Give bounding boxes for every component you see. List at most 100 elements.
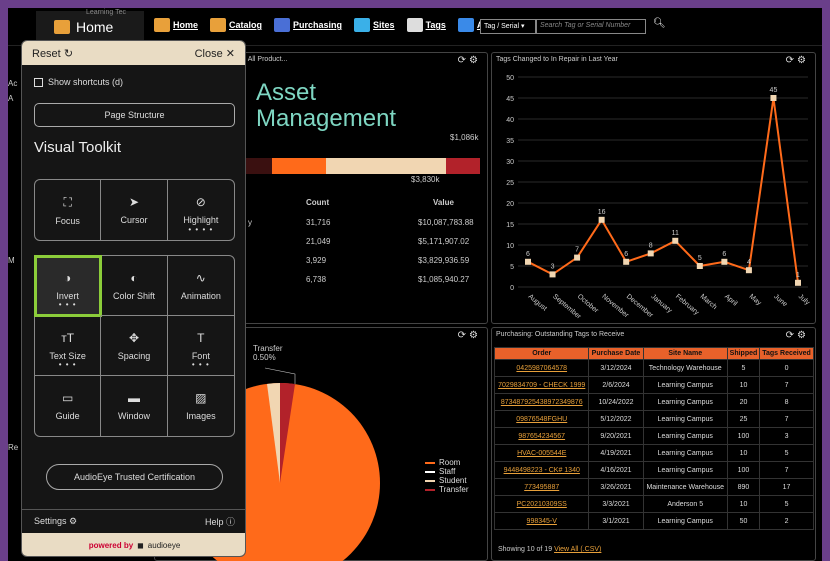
certification-button[interactable]: AudioEye Trusted Certification: [46, 464, 223, 490]
data-point[interactable]: [696, 263, 703, 269]
order-link[interactable]: HVAC-005544E: [517, 450, 566, 457]
legend-swatch: [425, 470, 435, 473]
y-tick-label: 35: [506, 138, 514, 145]
nav-link-catalog[interactable]: Catalog: [210, 18, 262, 32]
table-row: 09876548FGHU 5/12/2022 Learning Campus 25 7: [493, 410, 814, 428]
tool-cursor[interactable]: ➤ Cursor: [101, 180, 168, 240]
column-header[interactable]: Purchase Date: [588, 347, 644, 360]
panel-controls[interactable]: ⟳⚙: [786, 55, 809, 66]
nav-link-sites[interactable]: Sites: [354, 18, 395, 32]
data-point[interactable]: [525, 258, 531, 265]
tool-highlight[interactable]: ⊘ Highlight • • • •: [168, 180, 234, 240]
sidebar-item[interactable]: A: [8, 94, 13, 103]
order-link[interactable]: 87348792543897234987​6: [501, 399, 583, 406]
panel-controls[interactable]: ⟳⚙: [786, 330, 809, 341]
bar-label-top: $1,086k: [450, 133, 479, 142]
toolkit-footer: Settings ⚙ Help ⓘ: [22, 509, 245, 533]
tool-invert[interactable]: ◑ Invert • • •: [33, 255, 103, 317]
order-link[interactable]: 773495887: [524, 484, 559, 491]
page-structure-button[interactable]: Page Structure: [34, 103, 235, 127]
y-tick-label: 0: [510, 285, 514, 292]
tool-text-size[interactable]: ᴛT Text Size • • •: [35, 316, 102, 376]
window-icon: ▬: [127, 391, 140, 405]
tool-guide[interactable]: ▭ Guide: [35, 376, 102, 436]
table-row: 87348792543897234987​6 10/24/2022 Learning…: [493, 393, 814, 411]
panel-controls[interactable]: ⟳⚙: [458, 55, 481, 66]
tool-animation[interactable]: ∿ Animation: [167, 256, 234, 316]
table-cell: 2/6/2024: [588, 376, 644, 394]
data-point[interactable]: [549, 271, 556, 278]
order-link[interactable]: 987654234567: [518, 433, 565, 440]
data-point[interactable]: [647, 250, 654, 257]
asset-management-logo: Asset Management: [256, 80, 396, 132]
row-count: 3,929: [306, 256, 327, 265]
order-link[interactable]: 998345-V: [527, 518, 557, 525]
tool-label: Cursor: [120, 215, 148, 225]
order-link[interactable]: PC20210309SS: [517, 501, 567, 508]
data-point[interactable]: [795, 279, 801, 286]
sidebar-item[interactable]: M: [8, 256, 15, 265]
bar-seg-4: [446, 158, 480, 174]
nav-link-home[interactable]: Home: [154, 18, 198, 32]
table-cell: 7: [759, 376, 814, 394]
data-label: 11: [672, 230, 679, 237]
reset-button[interactable]: Reset ↻: [32, 47, 73, 60]
sidebar-item[interactable]: Re: [8, 443, 18, 452]
data-point[interactable]: [745, 267, 752, 274]
search-type-select[interactable]: Tag / Serial ▾: [480, 19, 536, 34]
text-size-icon: ᴛT: [61, 330, 75, 345]
view-all-link[interactable]: View All (.CSV): [554, 546, 601, 553]
table-row: HVAC-005544E 4/19/2021 Learning Campus 10 5: [493, 444, 814, 462]
tool-color-shift[interactable]: ◐ Color Shift: [101, 256, 168, 316]
nav-link-tags[interactable]: Tags: [406, 18, 446, 32]
data-point[interactable]: [770, 95, 777, 101]
help-icon: ⓘ: [225, 517, 235, 527]
org-name: Learning Tec: [86, 9, 126, 16]
show-shortcuts-checkbox[interactable]: Show shortcuts (d): [34, 77, 123, 87]
legend-swatch: [425, 461, 435, 464]
search-input[interactable]: Search Tag or Serial Number: [536, 19, 646, 34]
table-cell: 10: [726, 444, 761, 462]
sidebar-home-button[interactable]: Learning Tec Home: [36, 9, 144, 43]
data-point[interactable]: [574, 254, 581, 261]
search-icon[interactable]: 🔍︎: [653, 18, 666, 29]
close-button[interactable]: Close ✕: [195, 47, 235, 60]
help-button[interactable]: Help ⓘ: [205, 515, 235, 528]
y-tick-label: 45: [506, 96, 514, 103]
order-link[interactable]: 9448498223 - CK# 1340: [504, 467, 580, 474]
table-cell: 100: [726, 427, 761, 445]
order-link[interactable]: 0425987064578: [516, 365, 567, 372]
data-point[interactable]: [721, 258, 728, 265]
column-header[interactable]: Tags Received: [759, 347, 814, 360]
tool-font[interactable]: T Font • • •: [167, 316, 234, 376]
animation-icon: ∿: [195, 270, 206, 285]
table-cell: 09876548FGHU: [493, 410, 590, 428]
tool-label: Color Shift: [112, 290, 155, 301]
data-point[interactable]: [598, 216, 605, 223]
home-icon: [54, 20, 70, 34]
tool-focus[interactable]: ⛶ Focus: [35, 180, 102, 240]
spacing-icon: ✥: [128, 330, 140, 345]
sidebar-item[interactable]: Ac: [8, 79, 17, 88]
tool-spacing[interactable]: ✥ Spacing: [101, 316, 168, 376]
tool-window[interactable]: ▬ Window: [101, 376, 168, 436]
table-cell: 17: [759, 478, 814, 496]
order-link[interactable]: 7029834709 - CHECK 1999: [498, 382, 585, 389]
shortcuts-label: Show shortcuts (d): [48, 77, 124, 87]
column-header[interactable]: Shipped: [726, 347, 761, 360]
purchasing-icon: [274, 18, 291, 32]
data-point[interactable]: [672, 237, 679, 244]
order-link[interactable]: 09876548FGHU: [516, 416, 567, 423]
data-point[interactable]: [623, 258, 630, 265]
powered-by-bar[interactable]: powered by ◼ audioeye: [22, 533, 245, 556]
column-header[interactable]: Site Name: [642, 347, 728, 360]
column-header[interactable]: Order: [493, 347, 590, 360]
images-icon: ▨: [195, 391, 207, 405]
settings-button[interactable]: Settings ⚙: [34, 516, 77, 527]
visual-toolkit-panel: Reset ↻ Close ✕ Show shortcuts (d) Page …: [21, 40, 246, 557]
table-cell: 9/20/2021: [588, 427, 644, 445]
legend-item: Transfer: [425, 485, 469, 494]
nav-link-purchasing[interactable]: Purchasing: [274, 18, 342, 32]
tool-label: Highlight: [183, 215, 219, 225]
tool-images[interactable]: ▨ Images: [168, 376, 234, 436]
